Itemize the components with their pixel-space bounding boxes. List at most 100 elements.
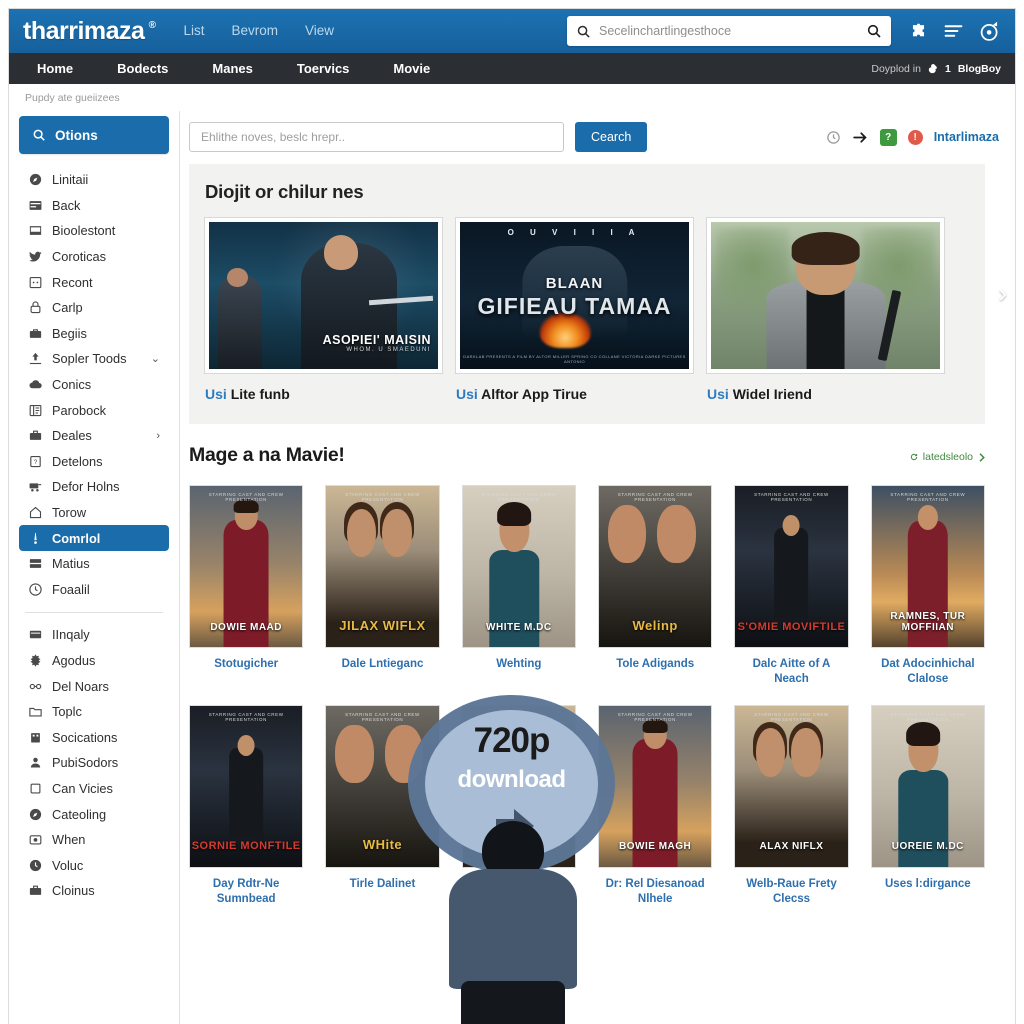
nav-item-toervics[interactable]: Toervics <box>297 62 350 75</box>
movie-poster[interactable]: STARRING CAST AND CREW PRESENTATION Welin… <box>598 485 713 649</box>
view-more-link[interactable]: latedsleolo <box>910 451 985 463</box>
sidebar-options-button[interactable]: Otions <box>19 116 169 154</box>
movie-card[interactable]: STARRING CAST AND CREW PRESENTATION UOREI… <box>870 704 985 907</box>
sidebar-item-del-noars[interactable]: Del Noars <box>19 673 169 699</box>
nav-item-manes[interactable]: Manes <box>212 62 252 75</box>
shield-icon[interactable]: ? <box>879 128 897 146</box>
movie-card[interactable]: STARRING CAST AND CREW PRESENTATION SORNI… <box>189 704 304 907</box>
movie-card-title[interactable]: Tole Adigands <box>598 657 712 672</box>
carousel-slide-1[interactable]: ASOPIEI' MAISIN WHOM. U SMAEDUNI Usi Lit… <box>205 218 442 402</box>
user-name[interactable]: Intarlimaza <box>934 130 999 144</box>
movie-card[interactable]: STARRING CAST AND CREW PRESENTATION Welin… <box>598 485 713 687</box>
sidebar-item-foaalil[interactable]: Foaalil <box>19 577 169 603</box>
carousel-thumb-2[interactable]: O U V I I I A BLAAN GIFIEAU TAMAA DARKLA… <box>456 218 693 373</box>
movie-poster[interactable]: STARRING CAST AND CREW PRESENTATION <box>461 704 576 868</box>
movie-poster[interactable]: STARRING CAST AND CREW PRESENTATION BOWIE… <box>598 704 713 868</box>
movie-search-input[interactable]: Ehlithe noves, beslc hrepr.. <box>189 122 564 152</box>
movie-card-title[interactable]: Dale Lntieganc <box>325 657 439 672</box>
sidebar-item-detelons[interactable]: ? Detelons <box>19 449 169 475</box>
movie-poster[interactable]: STARRING CAST AND CREW PRESENTATION UOREI… <box>870 704 985 868</box>
carousel-slide-3[interactable]: Usi Widel Iriend <box>707 218 944 402</box>
movie-poster[interactable]: STARRING CAST AND CREW PRESENTATION DOWIE… <box>189 485 304 649</box>
carousel-thumb-1[interactable]: ASOPIEI' MAISIN WHOM. U SMAEDUNI <box>205 218 442 373</box>
hamburger-icon[interactable] <box>944 23 963 39</box>
sidebar-item-deales[interactable]: Deales › <box>19 423 169 449</box>
arrow-right-icon[interactable] <box>852 130 869 145</box>
sidebar-item-parobock[interactable]: Parobock <box>19 397 169 423</box>
nav-item-movie[interactable]: Movie <box>393 62 430 75</box>
sidebar-item-pubisodors[interactable]: PubiSodors <box>19 750 169 776</box>
account-icon[interactable] <box>979 20 1001 43</box>
sidebar-item-socications[interactable]: Socications <box>19 724 169 750</box>
sidebar-item-begiis[interactable]: Begiis <box>19 321 169 347</box>
movie-card-title[interactable]: Uses l:dirgance <box>871 877 985 892</box>
movie-card[interactable]: STARRING CAST AND CREW PRESENTATION BOWIE… <box>598 704 713 907</box>
movie-card[interactable]: STARRING CAST AND CREW PRESENTATION JILAX… <box>325 485 440 687</box>
nav-item-home[interactable]: Home <box>37 62 73 75</box>
sidebar-item-torow[interactable]: Torow <box>19 500 169 526</box>
search-submit-icon[interactable] <box>866 23 882 39</box>
chevron-right-icon[interactable]: › <box>156 430 160 442</box>
movie-card-title[interactable]: Tirle Dalinet <box>325 877 439 892</box>
top-nav-item-list[interactable]: List <box>183 24 204 38</box>
sidebar-item-defor-holns[interactable]: Defor Holns <box>19 474 169 500</box>
movie-card[interactable]: STARRING CAST AND CREW PRESENTATION DOWIE… <box>189 485 304 687</box>
sidebar-item-coroticas[interactable]: Coroticas <box>19 244 169 270</box>
movie-card-title[interactable]: Dat Adocinhichal Clalose <box>871 657 985 686</box>
movie-card[interactable]: STARRING CAST AND CREW PRESENTATION S'OMI… <box>734 485 849 687</box>
movie-poster[interactable]: STARRING CAST AND CREW PRESENTATION S'OMI… <box>734 485 849 649</box>
sidebar-item-when[interactable]: When <box>19 827 169 853</box>
top-nav-item-bevrom[interactable]: Bevrom <box>231 24 278 38</box>
header-search-input[interactable]: Secelinchartlingesthoce <box>599 25 858 38</box>
movie-card-title[interactable]: Dalc Aitte of A Neach <box>734 657 848 686</box>
movie-card[interactable]: STARRING CAST AND CREW PRESENTATION WHITE… <box>461 485 576 687</box>
movie-card-title[interactable]: Stotugicher <box>189 657 303 672</box>
toolbar-status-group: ? ! Intarlimaza <box>826 128 999 146</box>
sidebar-item-back[interactable]: Back <box>19 193 169 219</box>
puzzle-icon[interactable] <box>909 22 928 41</box>
sidebar-item-toplc[interactable]: Toplc <box>19 699 169 725</box>
top-nav-item-view[interactable]: View <box>305 24 334 38</box>
carousel-next-icon[interactable]: › <box>998 280 1007 306</box>
movie-poster[interactable]: STARRING CAST AND CREW PRESENTATION JILAX… <box>325 485 440 649</box>
carousel-thumb-3[interactable] <box>707 218 944 373</box>
movie-card-title[interactable]: Dr: Rel Diesanoad Nlhele <box>598 877 712 906</box>
clock-icon[interactable] <box>826 130 841 145</box>
movie-poster[interactable]: STARRING CAST AND CREW PRESENTATION WHite <box>325 704 440 868</box>
sidebar-item-conics[interactable]: Conics <box>19 372 169 398</box>
movie-card[interactable]: STARRING CAST AND CREW PRESENTATION RAMNE… <box>870 485 985 687</box>
poster-title-text: BOWIE MAGH <box>619 841 692 853</box>
movie-poster[interactable]: STARRING CAST AND CREW PRESENTATION ALAX … <box>734 704 849 868</box>
movie-poster[interactable]: STARRING CAST AND CREW PRESENTATION WHITE… <box>461 485 576 649</box>
movie-poster[interactable]: STARRING CAST AND CREW PRESENTATION RAMNE… <box>870 485 985 649</box>
movie-card[interactable]: STARRING CAST AND CREW PRESENTATION WHite… <box>325 704 440 907</box>
chevron-down-icon[interactable]: ⌄ <box>151 352 160 365</box>
movie-card[interactable]: STARRING CAST AND CREW PRESENTATION as <box>461 704 576 907</box>
sidebar-item-agodus[interactable]: Agodus <box>19 648 169 674</box>
sidebar-item-iinqaly[interactable]: IInqaly <box>19 622 169 648</box>
movie-card-title[interactable]: Welb-Raue Frety Clecss <box>734 877 848 906</box>
alert-icon[interactable]: ! <box>907 129 923 145</box>
header-search-box[interactable]: Secelinchartlingesthoce <box>567 16 891 46</box>
sidebar-item-linitaii[interactable]: Linitaii <box>19 167 169 193</box>
sidebar-item-voluc[interactable]: Voluc <box>19 852 169 878</box>
sidebar-item-carlp[interactable]: Carlp <box>19 295 169 321</box>
movie-card[interactable]: STARRING CAST AND CREW PRESENTATION ALAX … <box>734 704 849 907</box>
movie-poster[interactable]: STARRING CAST AND CREW PRESENTATION SORNI… <box>189 704 304 868</box>
search-button[interactable]: Cearch <box>575 122 648 152</box>
sidebar-item-matius[interactable]: Matius <box>19 551 169 577</box>
nav-item-bodects[interactable]: Bodects <box>117 62 168 75</box>
movie-card-title[interactable]: as <box>462 877 576 892</box>
carousel-slide-2[interactable]: O U V I I I A BLAAN GIFIEAU TAMAA DARKLA… <box>456 218 693 402</box>
sidebar-item-bioolestont[interactable]: Bioolestont <box>19 218 169 244</box>
sidebar-item-can-vicies[interactable]: Can Vicies <box>19 776 169 802</box>
movie-card-title[interactable]: Wehting <box>462 657 576 672</box>
movie-card-title[interactable]: Day Rdtr-Ne Sumnbead <box>189 877 303 906</box>
sidebar-item-cateoling[interactable]: Cateoling <box>19 801 169 827</box>
sidebar-item-sopler-toods[interactable]: Sopler Toods ⌄ <box>19 346 169 372</box>
site-logo[interactable]: tharrimaza ® <box>23 18 156 44</box>
sidebar-item-recont[interactable]: Recont <box>19 269 169 295</box>
sidebar-item-comrlol[interactable]: Comrlol <box>19 525 169 551</box>
sidebar-item-cloinus[interactable]: Cloinus <box>19 878 169 904</box>
help-icon: ? <box>28 454 43 469</box>
